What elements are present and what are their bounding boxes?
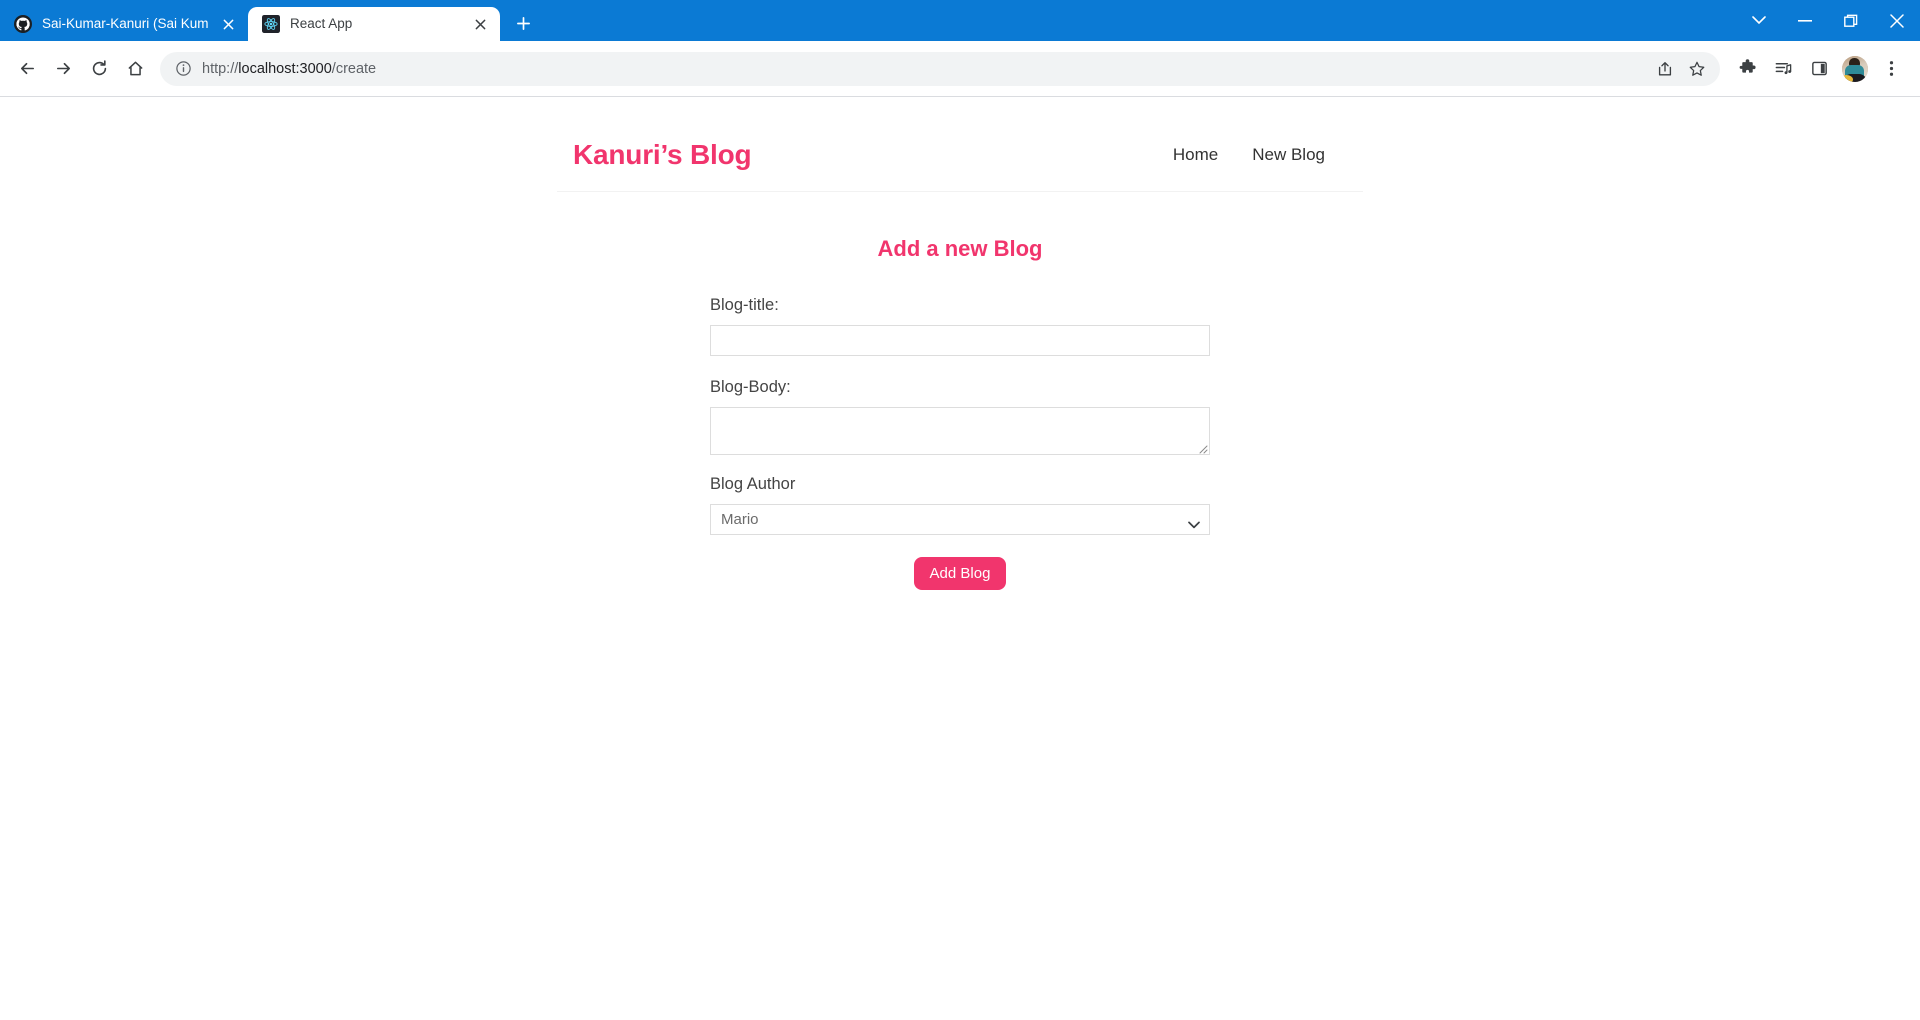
react-blog-app: Kanuri’s Blog Home New Blog Add a new Bl… bbox=[0, 97, 1920, 1020]
nav-link-home[interactable]: Home bbox=[1173, 145, 1218, 165]
github-icon bbox=[14, 15, 32, 33]
home-button[interactable] bbox=[118, 52, 152, 86]
address-bar[interactable]: http://localhost:3000/create bbox=[160, 51, 1720, 86]
back-button[interactable] bbox=[10, 52, 44, 86]
tab-search-button[interactable] bbox=[1736, 0, 1782, 41]
blog-author-wrapper: Mario bbox=[710, 504, 1210, 535]
tab-close-icon[interactable] bbox=[470, 14, 490, 34]
blog-author-select[interactable]: Mario bbox=[710, 504, 1210, 535]
window-controls bbox=[1736, 0, 1920, 41]
nav-links: Home New Blog bbox=[1173, 145, 1347, 165]
forward-button[interactable] bbox=[46, 52, 80, 86]
submit-row: Add Blog bbox=[710, 557, 1210, 590]
reload-button[interactable] bbox=[82, 52, 116, 86]
browser-toolbar: http://localhost:3000/create bbox=[0, 41, 1920, 96]
url-scheme: http:// bbox=[202, 60, 239, 77]
new-tab-button[interactable] bbox=[508, 8, 538, 38]
browser-window: Sai-Kumar-Kanuri (Sai Kumar Kan bbox=[0, 0, 1920, 1020]
app-container: Kanuri’s Blog Home New Blog Add a new Bl… bbox=[557, 97, 1363, 590]
blog-author-label: Blog Author bbox=[710, 475, 796, 493]
close-button[interactable] bbox=[1874, 0, 1920, 41]
browser-tab-react-app[interactable]: React App bbox=[248, 7, 500, 41]
info-circle-icon[interactable] bbox=[172, 58, 194, 80]
side-panel-icon[interactable] bbox=[1802, 52, 1836, 86]
create-blog-form: Add a new Blog Blog-title: Blog-Body: Bl… bbox=[710, 192, 1210, 590]
share-icon[interactable] bbox=[1650, 54, 1680, 84]
page-viewport: Kanuri’s Blog Home New Blog Add a new Bl… bbox=[0, 97, 1920, 1020]
extensions-icon[interactable] bbox=[1730, 52, 1764, 86]
url-path: /create bbox=[331, 60, 377, 77]
blog-title-input[interactable] bbox=[710, 325, 1210, 356]
url-host: localhost:3000 bbox=[238, 60, 332, 77]
blog-body-wrapper bbox=[710, 407, 1210, 455]
blog-body-textarea[interactable] bbox=[710, 407, 1210, 455]
blog-title-label: Blog-title: bbox=[710, 296, 779, 314]
browser-tab-github[interactable]: Sai-Kumar-Kanuri (Sai Kumar Kan bbox=[0, 7, 248, 41]
url-text: http://localhost:3000/create bbox=[202, 52, 376, 86]
tab-title: React App bbox=[290, 16, 353, 31]
chrome-menu-icon[interactable] bbox=[1874, 52, 1908, 86]
react-icon bbox=[262, 15, 280, 33]
omnibox-actions bbox=[1650, 54, 1712, 84]
restore-button[interactable] bbox=[1828, 0, 1874, 41]
form-heading: Add a new Blog bbox=[877, 236, 1043, 261]
tab-close-icon[interactable] bbox=[218, 14, 238, 34]
blog-body-label: Blog-Body: bbox=[710, 378, 791, 396]
minimize-button[interactable] bbox=[1782, 0, 1828, 41]
tab-title: Sai-Kumar-Kanuri (Sai Kumar Kan bbox=[42, 16, 208, 31]
site-brand[interactable]: Kanuri’s Blog bbox=[573, 139, 752, 171]
site-navbar: Kanuri’s Blog Home New Blog bbox=[557, 121, 1363, 192]
media-playlist-icon[interactable] bbox=[1766, 52, 1800, 86]
star-outline-icon[interactable] bbox=[1682, 54, 1712, 84]
nav-link-new-blog[interactable]: New Blog bbox=[1252, 145, 1325, 165]
add-blog-button[interactable]: Add Blog bbox=[913, 557, 1007, 590]
tab-strip: Sai-Kumar-Kanuri (Sai Kumar Kan bbox=[0, 0, 1920, 41]
profile-avatar[interactable] bbox=[1842, 55, 1868, 82]
